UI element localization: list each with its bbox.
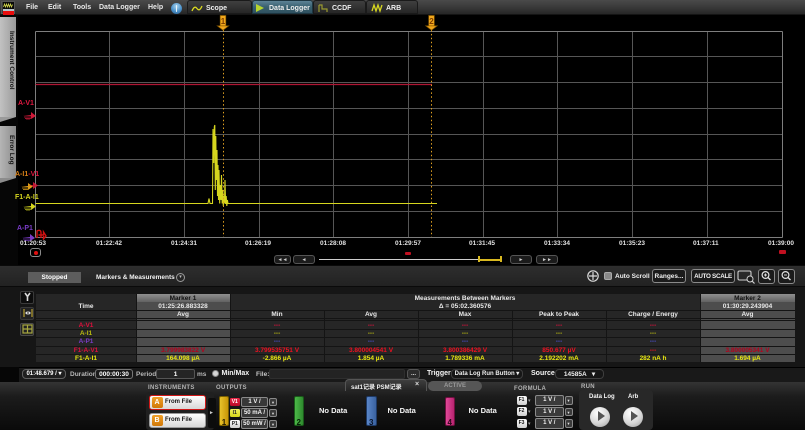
svg-text:2: 2	[429, 17, 434, 26]
svg-text:1: 1	[221, 17, 226, 26]
